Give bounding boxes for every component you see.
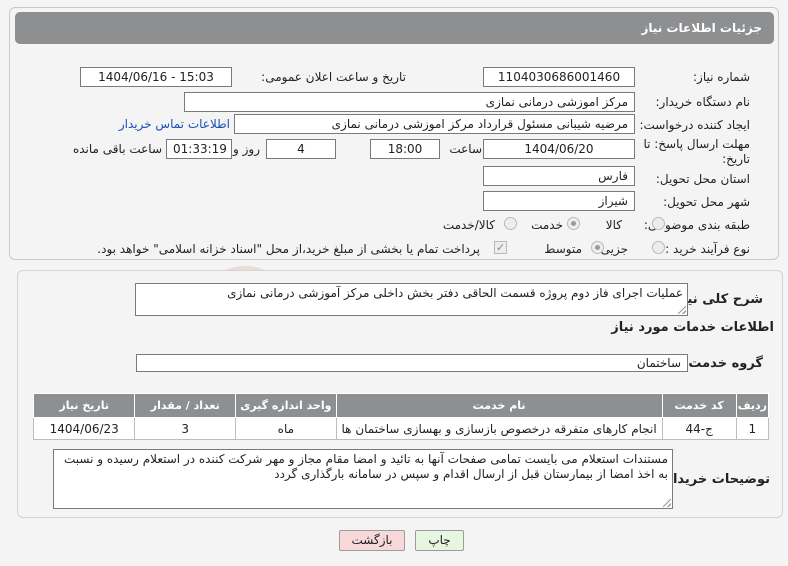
process-option-minor: جزیی [600,242,628,256]
city-field[interactable]: شیراز [483,191,635,211]
col-need-date: تاریخ نیاز [32,393,136,418]
process-label: نوع فرآیند خرید : [665,242,750,256]
cell-service-name: انجام کارهای متفرقه درخصوص بازسازی و بهس… [335,417,663,440]
days-label: روز و [233,142,260,156]
buyer-org-field[interactable]: مرکز اموزشی درمانی نمازی [184,92,635,112]
province-label: استان محل تحویل: [655,172,750,186]
cell-need-date: 1404/06/23 [32,417,136,440]
category-radio-goods-service[interactable] [504,217,517,230]
remaining-time-field[interactable]: 01:33:19 [166,139,232,159]
announce-label: تاریخ و ساعت اعلان عمومی: [261,70,406,84]
services-table: تاریخ نیاز تعداد / مقدار واحد اندازه گیر… [32,393,770,440]
buyer-notes-label: توضیحات خریدار: [660,472,770,487]
treasury-note: پرداخت تمام یا بخشی از مبلغ خرید،از محل … [97,242,480,256]
announce-field[interactable]: 1404/06/16 - 15:03 [80,67,232,87]
treasury-checkbox[interactable]: ✓ [494,241,507,254]
category-radio-service[interactable] [567,217,580,230]
page-title: جزئیات اطلاعات نیاز [15,12,774,44]
buyer-org-label: نام دستگاه خریدار: [655,95,751,109]
table-row: 1404/06/23 3 ماه انجام کارهای متفرقه درخ… [32,417,770,440]
cell-row: 1 [735,417,770,440]
category-option-goods: کالا [605,218,622,232]
requester-label: ایجاد کننده درخواست: [639,118,750,132]
cell-quantity: 3 [134,417,237,440]
services-title: اطلاعات خدمات مورد نیاز [611,320,774,335]
process-radio-minor[interactable] [652,241,665,254]
resize-handle-icon[interactable] [678,306,686,314]
process-radio-medium[interactable] [591,241,604,254]
process-option-medium: متوسط [544,242,582,256]
deadline-label-line1: مهلت ارسال پاسخ: تا [643,137,750,151]
print-button[interactable]: چاپ [415,530,464,551]
col-service-name: نام خدمت [335,393,663,418]
remaining-label: ساعت باقی مانده [72,142,162,156]
deadline-label-line2: تاریخ: [722,152,750,166]
cell-service-code: ج-44 [661,417,737,440]
deadline-time-field[interactable]: 18:00 [370,139,440,159]
category-radio-goods[interactable] [652,217,665,230]
resize-handle-icon[interactable] [663,499,671,507]
category-option-goods-service: کالا/خدمت [442,218,495,232]
city-label: شهر محل تحویل: [663,195,750,209]
col-quantity: تعداد / مقدار [134,393,237,418]
province-field[interactable]: فارس [483,166,635,186]
service-group-label: گروه خدمت: [683,356,763,371]
requester-field[interactable]: مرضیه شیبانی مسئول قرارداد مرکز اموزشی د… [234,114,635,134]
service-group-field[interactable]: ساختمان [136,354,688,372]
cell-unit: ماه [235,417,337,440]
col-unit: واحد اندازه گیری [235,393,337,418]
category-option-service: خدمت [531,218,563,232]
need-number-field[interactable]: 1104030686001460 [483,67,635,87]
col-row: ردیف [735,393,770,418]
remaining-days-field[interactable]: 4 [266,139,336,159]
summary-field[interactable]: عملیات اجرای فاز دوم پروژه قسمت الحاقی د… [135,283,688,316]
need-number-label: شماره نیاز: [693,70,750,84]
back-button[interactable]: بازگشت [339,530,405,551]
buyer-contact-link[interactable]: اطلاعات تماس خریدار [119,117,230,131]
deadline-date-field[interactable]: 1404/06/20 [483,139,635,159]
col-service-code: کد خدمت [661,393,737,418]
deadline-time-label: ساعت [449,142,482,156]
buyer-notes-field[interactable]: مستندات استعلام می بایست تمامی صفحات آنه… [53,449,673,509]
